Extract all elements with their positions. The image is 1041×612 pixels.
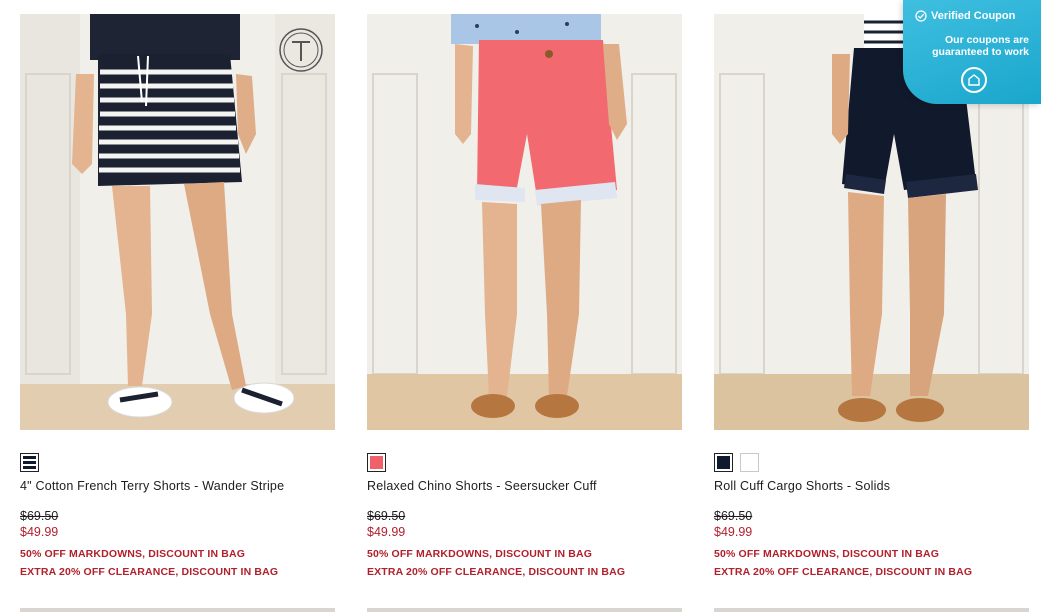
coupon-tag-glyph <box>968 74 980 86</box>
original-price: $69.50 <box>20 509 59 523</box>
coupon-subtitle: Our coupons are guaranteed to work <box>932 34 1029 58</box>
verified-coupon-badge[interactable]: Verified Coupon Our coupons are guarante… <box>903 0 1041 104</box>
coupon-title-row: Verified Coupon <box>915 10 1015 22</box>
next-row-image-peek <box>367 608 682 612</box>
swatch-navy[interactable] <box>714 453 733 472</box>
product-card[interactable]: 4" Cotton French Terry Shorts - Wander S… <box>20 14 335 581</box>
sale-price: $49.99 <box>714 525 753 539</box>
promo-clearance: EXTRA 20% OFF CLEARANCE, DISCOUNT IN BAG <box>20 566 279 578</box>
price-block: $69.50 $49.99 <box>367 509 682 540</box>
swatch-coral[interactable] <box>367 453 386 472</box>
color-swatches <box>20 453 335 472</box>
coupon-title: Verified Coupon <box>931 10 1016 22</box>
product-grid: 4" Cotton French Terry Shorts - Wander S… <box>0 0 1041 612</box>
next-row-image-peek <box>714 608 1029 612</box>
color-swatches <box>367 453 682 472</box>
price-block: $69.50 $49.99 <box>714 509 1029 540</box>
promo-clearance: EXTRA 20% OFF CLEARANCE, DISCOUNT IN BAG <box>714 566 973 578</box>
swatch-white[interactable] <box>740 453 759 472</box>
original-price: $69.50 <box>367 509 406 523</box>
swatch-navy-stripe[interactable] <box>20 453 39 472</box>
next-row-image-peek <box>20 608 335 612</box>
product-photo-wander-stripe <box>20 14 335 430</box>
promo-markdown: 50% OFF MARKDOWNS, DISCOUNT IN BAG <box>367 548 593 560</box>
promo-clearance: EXTRA 20% OFF CLEARANCE, DISCOUNT IN BAG <box>367 566 626 578</box>
product-image[interactable] <box>20 14 335 430</box>
product-photo-chino-shorts <box>367 14 682 430</box>
sale-price: $49.99 <box>20 525 59 539</box>
color-swatches <box>714 453 1029 472</box>
product-image[interactable] <box>367 14 682 430</box>
coupon-logo-icon[interactable] <box>961 67 987 93</box>
product-name-link[interactable]: Relaxed Chino Shorts - Seersucker Cuff <box>367 479 682 495</box>
product-name-link[interactable]: 4" Cotton French Terry Shorts - Wander S… <box>20 479 335 495</box>
product-name-link[interactable]: Roll Cuff Cargo Shorts - Solids <box>714 479 1029 495</box>
brand-logo-icon <box>279 28 323 72</box>
promo-markdown: 50% OFF MARKDOWNS, DISCOUNT IN BAG <box>714 548 940 560</box>
sale-price: $49.99 <box>367 525 406 539</box>
original-price: $69.50 <box>714 509 753 523</box>
product-card[interactable]: Relaxed Chino Shorts - Seersucker Cuff $… <box>367 14 682 581</box>
price-block: $69.50 $49.99 <box>20 509 335 540</box>
check-circle-icon <box>915 10 927 22</box>
promo-markdown: 50% OFF MARKDOWNS, DISCOUNT IN BAG <box>20 548 246 560</box>
